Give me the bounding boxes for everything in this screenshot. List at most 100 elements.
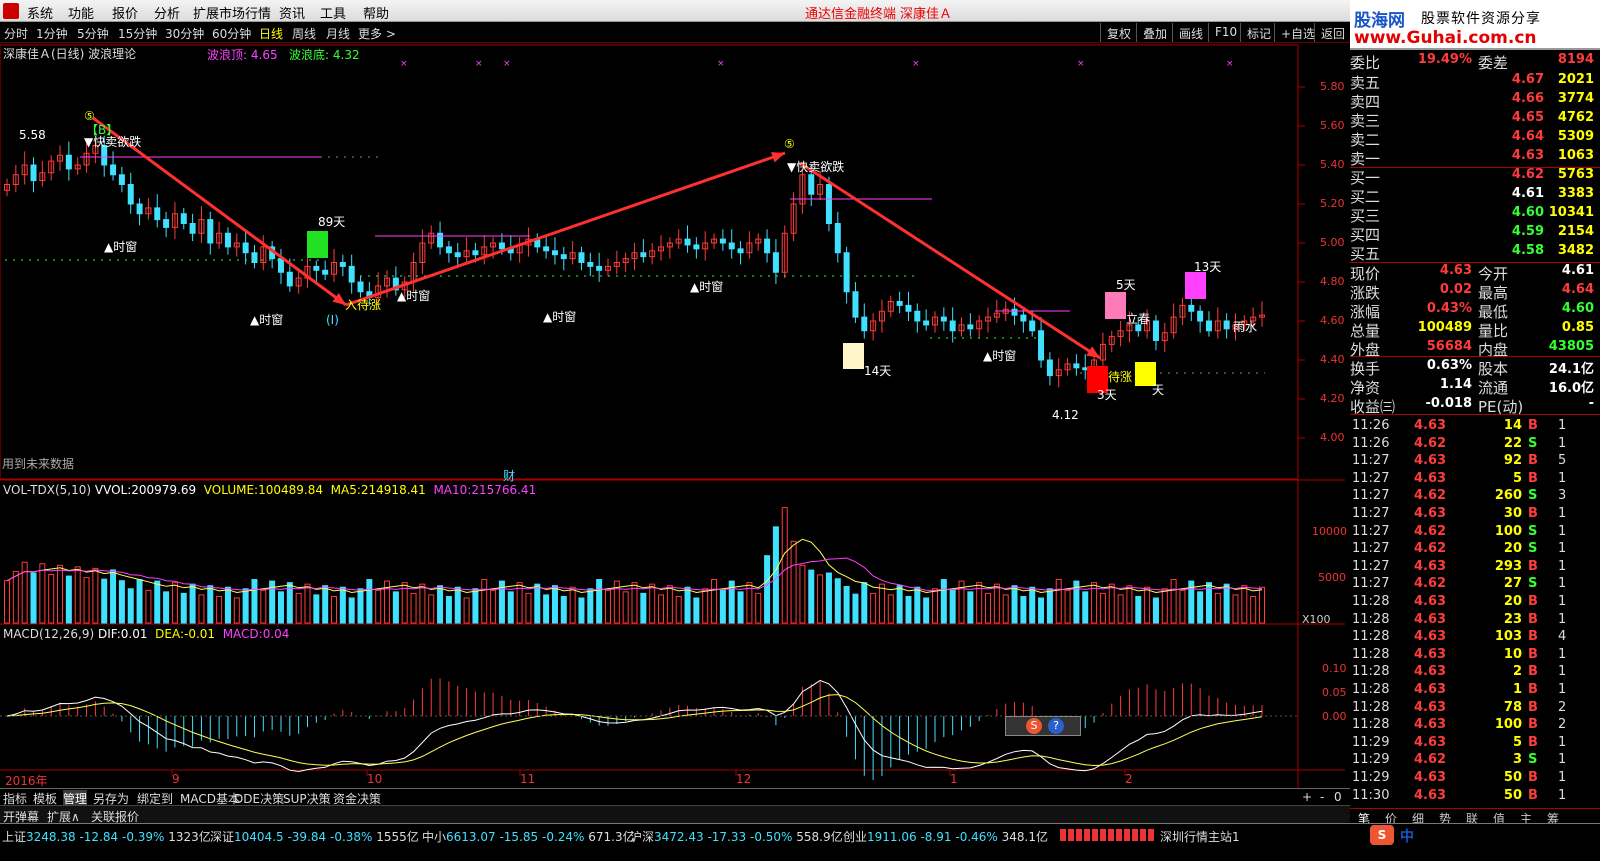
ask-row[interactable]: 卖五 4.67 2021	[1350, 72, 1600, 92]
volume-bar	[1002, 594, 1009, 624]
stat-label: 最高	[1478, 284, 1509, 302]
tick-direction: B	[1528, 699, 1538, 715]
volume-bar	[1029, 586, 1036, 624]
tick-row[interactable]: 11:27 4.63 5 B 1	[1350, 471, 1600, 489]
volume-bar	[755, 592, 762, 624]
tick-row[interactable]: 11:28 4.63 100 B 2	[1350, 717, 1600, 735]
volume-bar	[251, 579, 258, 624]
bid-row[interactable]: 买四 4.59 2154	[1350, 224, 1600, 244]
tick-row[interactable]: 11:30 4.63 50 B 1	[1350, 788, 1600, 806]
wave1-mark: (I)	[326, 313, 339, 327]
top-marker: ×	[1226, 59, 1234, 69]
volume-bar	[578, 597, 585, 624]
price-axis-label: 5.80	[1320, 80, 1345, 93]
candle-body	[693, 244, 700, 250]
tick-time: 11:28	[1352, 664, 1390, 680]
volume-bar	[83, 577, 90, 624]
bid-row[interactable]: 买三 4.60 10341	[1350, 205, 1600, 225]
top-marker: ×	[475, 59, 483, 69]
volume-bar	[843, 585, 850, 624]
index-change: -39.84	[287, 830, 327, 844]
tick-count: 1	[1558, 541, 1567, 557]
tick-row[interactable]: 11:26 4.63 14 B 1	[1350, 418, 1600, 436]
bid-price: 4.62	[1511, 167, 1544, 182]
tick-price: 4.63	[1414, 646, 1447, 662]
volume-bar	[1064, 589, 1071, 624]
ask-volume: 5309	[1557, 129, 1594, 144]
index-shenzhen[interactable]: 深证10404.5 -39.84 -0.38% 1555亿	[210, 828, 419, 845]
tick-direction: B	[1528, 470, 1538, 486]
tick-row[interactable]: 11:27 4.62 27 S 1	[1350, 576, 1600, 594]
ime-mode[interactable]: 中	[1400, 826, 1414, 846]
tick-time: 11:27	[1352, 470, 1390, 486]
index-percent: -0.38%	[329, 830, 373, 844]
bid-price: 4.60	[1511, 205, 1544, 220]
ask-row[interactable]: 卖二 4.64 5309	[1350, 129, 1600, 149]
finance-marker[interactable]: 财	[503, 467, 515, 484]
bid-row[interactable]: 买五 4.58 3482	[1350, 243, 1600, 263]
stat-row: 现价 4.63 今开 4.61	[1350, 263, 1600, 283]
zoom-control-button[interactable]: +	[1302, 790, 1312, 804]
separator	[1350, 262, 1600, 263]
tick-time: 11:29	[1352, 770, 1390, 785]
volume-bar	[216, 595, 223, 624]
tick-row[interactable]: 11:27 4.62 20 S 1	[1350, 541, 1600, 559]
market-strength-icon	[1060, 829, 1155, 841]
ask-row[interactable]: 卖四 4.66 3774	[1350, 91, 1600, 111]
volume-bar	[145, 589, 152, 624]
zoom-control-button[interactable]: 0	[1334, 790, 1342, 804]
floating-toolbar[interactable]: S ?	[1005, 716, 1081, 736]
tick-row[interactable]: 11:28 4.63 2 B 1	[1350, 664, 1600, 682]
price-panel-frame	[0, 44, 1299, 480]
extension-tab-bar: 开弹幕 扩展∧ 关联报价	[0, 805, 1350, 824]
tick-row[interactable]: 11:27 4.62 100 S 1	[1350, 524, 1600, 542]
tick-row[interactable]: 11:29 4.62 3 S 1	[1350, 752, 1600, 770]
volume-bar	[118, 580, 125, 624]
ma10-label: MA10:	[433, 483, 472, 497]
tick-count: 3	[1558, 488, 1567, 504]
tick-row[interactable]: 11:27 4.63 293 B 1	[1350, 559, 1600, 577]
tick-row[interactable]: 11:28 4.63 10 B 1	[1350, 647, 1600, 665]
tick-row[interactable]: 11:28 4.63 78 B 2	[1350, 700, 1600, 718]
volume-bar	[852, 593, 859, 624]
tick-row[interactable]: 11:27 4.63 92 B 5	[1350, 453, 1600, 471]
tick-row[interactable]: 11:28 4.63 20 B 1	[1350, 594, 1600, 612]
volume-bar	[1161, 588, 1168, 624]
tick-row[interactable]: 11:26 4.62 22 S 1	[1350, 436, 1600, 454]
tick-volume: 3	[1512, 752, 1522, 768]
stat-value: 0.43%	[1426, 301, 1472, 316]
ask-row[interactable]: 卖一 4.63 1063	[1350, 148, 1600, 168]
candle-body	[772, 252, 779, 273]
bid-row[interactable]: 买二 4.61 3383	[1350, 186, 1600, 206]
server-name[interactable]: 深圳行情主站1	[1160, 828, 1240, 845]
ask-volume: 2021	[1557, 72, 1594, 87]
index-shanghai[interactable]: 上证3248.38 -12.84 -0.39% 1323亿	[2, 828, 211, 845]
index-name: 上证	[2, 830, 27, 844]
ask-price: 4.67	[1511, 72, 1544, 87]
index-sme[interactable]: 中小6613.07 -15.85 -0.24% 671.3亿	[422, 828, 635, 845]
price-axis-label: 4.20	[1320, 392, 1345, 405]
macd-indicator-header[interactable]: MACD(12,26,9) DIF:0.01 DEA:-0.01 MACD:0.…	[3, 627, 289, 641]
tick-row[interactable]: 11:29 4.63 5 B 1	[1350, 735, 1600, 753]
tick-row[interactable]: 11:28 4.63 23 B 1	[1350, 612, 1600, 630]
chart-canvas[interactable]: × × × × × × ×	[0, 0, 1350, 800]
index-chinext[interactable]: 创业1911.06 -8.91 -0.46% 348.1亿	[843, 828, 1048, 845]
tick-time: 11:29	[1352, 734, 1390, 750]
tick-row[interactable]: 11:28 4.63 103 B 4	[1350, 629, 1600, 647]
tick-row[interactable]: 11:27 4.63 30 B 1	[1350, 506, 1600, 524]
volume-bar	[914, 586, 921, 624]
ask-price: 4.65	[1511, 110, 1544, 125]
index-hs300[interactable]: 沪深3472.43 -17.33 -0.50% 558.9亿	[630, 828, 843, 845]
tick-row[interactable]: 11:27 4.62 260 S 3	[1350, 488, 1600, 506]
tick-row[interactable]: 11:29 4.63 50 B 1	[1350, 770, 1600, 788]
candle-body	[596, 265, 603, 271]
zoom-control-button[interactable]: -	[1320, 790, 1324, 804]
help-icon[interactable]: ?	[1048, 718, 1064, 734]
bid-row[interactable]: 买一 4.62 5763	[1350, 167, 1600, 187]
ask-row[interactable]: 卖三 4.65 4762	[1350, 110, 1600, 130]
tick-row[interactable]: 11:28 4.63 1 B 1	[1350, 682, 1600, 700]
tick-time: 11:27	[1352, 576, 1390, 592]
volume-indicator-header[interactable]: VOL-TDX(5,10) VVOL:200979.69 VOLUME:1004…	[3, 483, 536, 497]
sogou-tray-icon[interactable]: S	[1370, 825, 1394, 845]
sogou-icon[interactable]: S	[1026, 718, 1042, 734]
